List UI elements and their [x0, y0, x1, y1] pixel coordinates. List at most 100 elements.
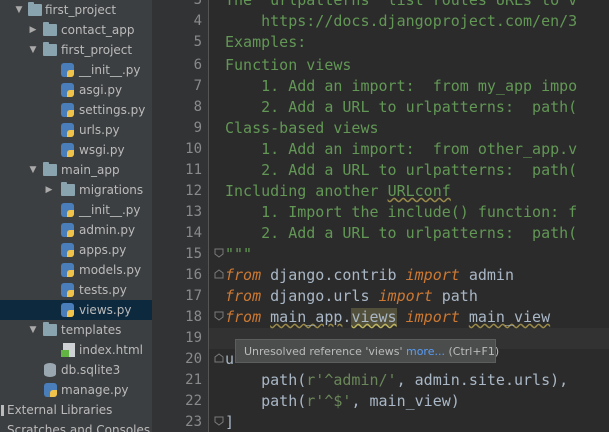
tree-item-label: migrations: [79, 183, 144, 197]
tooltip-more-link[interactable]: more...: [406, 345, 445, 358]
tooltip-shortcut: (Ctrl+F1): [444, 345, 500, 358]
expand-arrow-icon[interactable]: ▼: [14, 0, 24, 20]
tree-item-contact-app[interactable]: ▶ contact_app: [0, 20, 152, 40]
line-number: 17: [185, 288, 202, 304]
python-file-icon: [44, 383, 57, 397]
tree-item-first-project-root[interactable]: ▼ first_project: [0, 0, 152, 20]
typo-token: main_app: [270, 308, 343, 326]
code-line-21: path(r'^admin/', admin.site.urls),: [225, 370, 568, 391]
expand-arrow-icon[interactable]: ▼: [28, 160, 38, 180]
tree-item-init-py[interactable]: __init__.py: [0, 200, 152, 220]
code-token: path(: [225, 371, 307, 389]
expand-arrow-icon[interactable]: ▼: [28, 320, 38, 340]
tree-item-admin-py[interactable]: admin.py: [0, 220, 152, 240]
tree-item-label: wsgi.py: [79, 143, 125, 157]
code-line-23: ]: [225, 413, 235, 431]
python-file-icon: [61, 263, 74, 277]
collapse-arrow-icon[interactable]: ▶: [44, 180, 54, 200]
tree-item-index-html[interactable]: index.html: [0, 340, 152, 360]
code-line-7: 1. Add an import: from my_app impo: [225, 77, 578, 95]
tree-item-label: index.html: [79, 343, 143, 357]
python-file-icon: [61, 143, 74, 157]
tree-item-settings-py[interactable]: settings.py: [0, 100, 152, 120]
tree-item-external-libraries[interactable]: External Libraries: [0, 400, 152, 420]
code-line-12: Including another URLconf: [225, 181, 451, 202]
unresolved-reference-tooltip: Unresolved reference 'views' more... (Ct…: [235, 339, 500, 363]
line-number: 19: [185, 330, 202, 346]
code-line-18: from main_app.views import main_view: [225, 307, 550, 328]
unresolved-reference-token[interactable]: views: [351, 308, 397, 326]
code-token: django.urls: [261, 287, 379, 305]
line-number-gutter: 3 4 5 6 7 8 9 10 11 12 13 14 15 16 17 18…: [152, 0, 209, 432]
tree-item-views-py[interactable]: views.py: [0, 300, 152, 320]
tree-item-tests-py[interactable]: tests.py: [0, 280, 152, 300]
tree-item-label: External Libraries: [7, 403, 113, 417]
line-number: 20: [185, 351, 202, 367]
code-line-16: from django.contrib import admin: [225, 265, 514, 286]
tree-item-templates[interactable]: ▼ templates: [0, 320, 152, 340]
fold-marker-icon[interactable]: [214, 269, 224, 279]
tree-item-asgi-py[interactable]: asgi.py: [0, 80, 152, 100]
code-line-11: 2. Add a URL to urlpatterns: path(: [225, 161, 578, 179]
line-number: 16: [185, 267, 202, 283]
tooltip-message: Unresolved reference 'views': [244, 345, 406, 358]
tree-item-scratches-and-consoles[interactable]: Scratches and Consoles: [0, 420, 152, 432]
code-token: django.contrib: [261, 266, 406, 284]
code-token: path: [432, 287, 478, 305]
fold-marker-icon[interactable]: [214, 311, 224, 321]
line-number: 22: [185, 393, 202, 409]
tree-item-apps-py[interactable]: apps.py: [0, 240, 152, 260]
code-token: , admin.site.urls),: [396, 371, 569, 389]
line-number: 21: [185, 372, 202, 388]
python-file-icon: [61, 243, 74, 257]
code-editor[interactable]: 3 4 5 6 7 8 9 10 11 12 13 14 15 16 17 18…: [152, 0, 609, 432]
keyword-token: import: [405, 266, 460, 284]
line-number: 23: [185, 414, 202, 430]
tree-item-label: settings.py: [79, 103, 146, 117]
code-token: Including another: [225, 182, 388, 200]
tree-item-init-py[interactable]: __init__.py: [0, 60, 152, 80]
code-area[interactable]: The `urlpatterns` list routes URLs to v …: [225, 0, 609, 432]
code-token: , main_view): [351, 392, 460, 410]
folder-icon: [43, 162, 57, 176]
tree-item-label: admin.py: [79, 223, 136, 237]
tree-item-db-sqlite3[interactable]: db.sqlite3: [0, 360, 152, 380]
tree-item-label: urls.py: [79, 123, 120, 137]
code-line-9: Class-based views: [225, 119, 379, 137]
code-line-17: from django.urls import path: [225, 286, 478, 307]
code-line-6: Function views: [225, 56, 352, 74]
code-line-3: The `urlpatterns` list routes URLs to v: [225, 0, 578, 9]
python-file-icon: [61, 223, 74, 237]
project-tree[interactable]: ▼ first_project ▶ contact_app ▼ first_pr…: [0, 0, 152, 432]
python-file-icon: [61, 283, 74, 297]
tree-item-label: views.py: [79, 303, 132, 317]
line-number: 9: [193, 120, 202, 136]
collapse-arrow-icon[interactable]: ▶: [28, 20, 38, 40]
code-line-15: """: [225, 245, 253, 263]
code-line-13: 1. Import the include() function: f: [225, 203, 578, 221]
html-file-icon: [61, 343, 75, 357]
folder-icon: [61, 182, 75, 196]
folder-icon: [28, 2, 42, 16]
tree-item-label: models.py: [79, 263, 142, 277]
string-token: r'^admin/': [306, 371, 397, 389]
fold-marker-icon[interactable]: [214, 248, 224, 258]
tree-item-models-py[interactable]: models.py: [0, 260, 152, 280]
code-line-22: path(r'^$', main_view): [225, 391, 460, 412]
tree-item-first-project[interactable]: ▼ first_project: [0, 40, 152, 60]
keyword-token: import: [378, 287, 433, 305]
fold-marker-icon[interactable]: [214, 416, 224, 426]
line-number: 6: [193, 57, 202, 73]
tree-item-label: db.sqlite3: [61, 363, 121, 377]
tree-item-migrations[interactable]: ▶ migrations: [0, 180, 152, 200]
tree-item-main-app[interactable]: ▼ main_app: [0, 160, 152, 180]
keyword-token: from: [225, 266, 262, 284]
tree-item-urls-py[interactable]: urls.py: [0, 120, 152, 140]
fold-marker-icon[interactable]: [214, 353, 224, 363]
tree-item-wsgi-py[interactable]: wsgi.py: [0, 140, 152, 160]
line-number: 12: [185, 183, 202, 199]
expand-arrow-icon[interactable]: ▼: [28, 40, 38, 60]
tree-item-manage-py[interactable]: manage.py: [0, 380, 152, 400]
